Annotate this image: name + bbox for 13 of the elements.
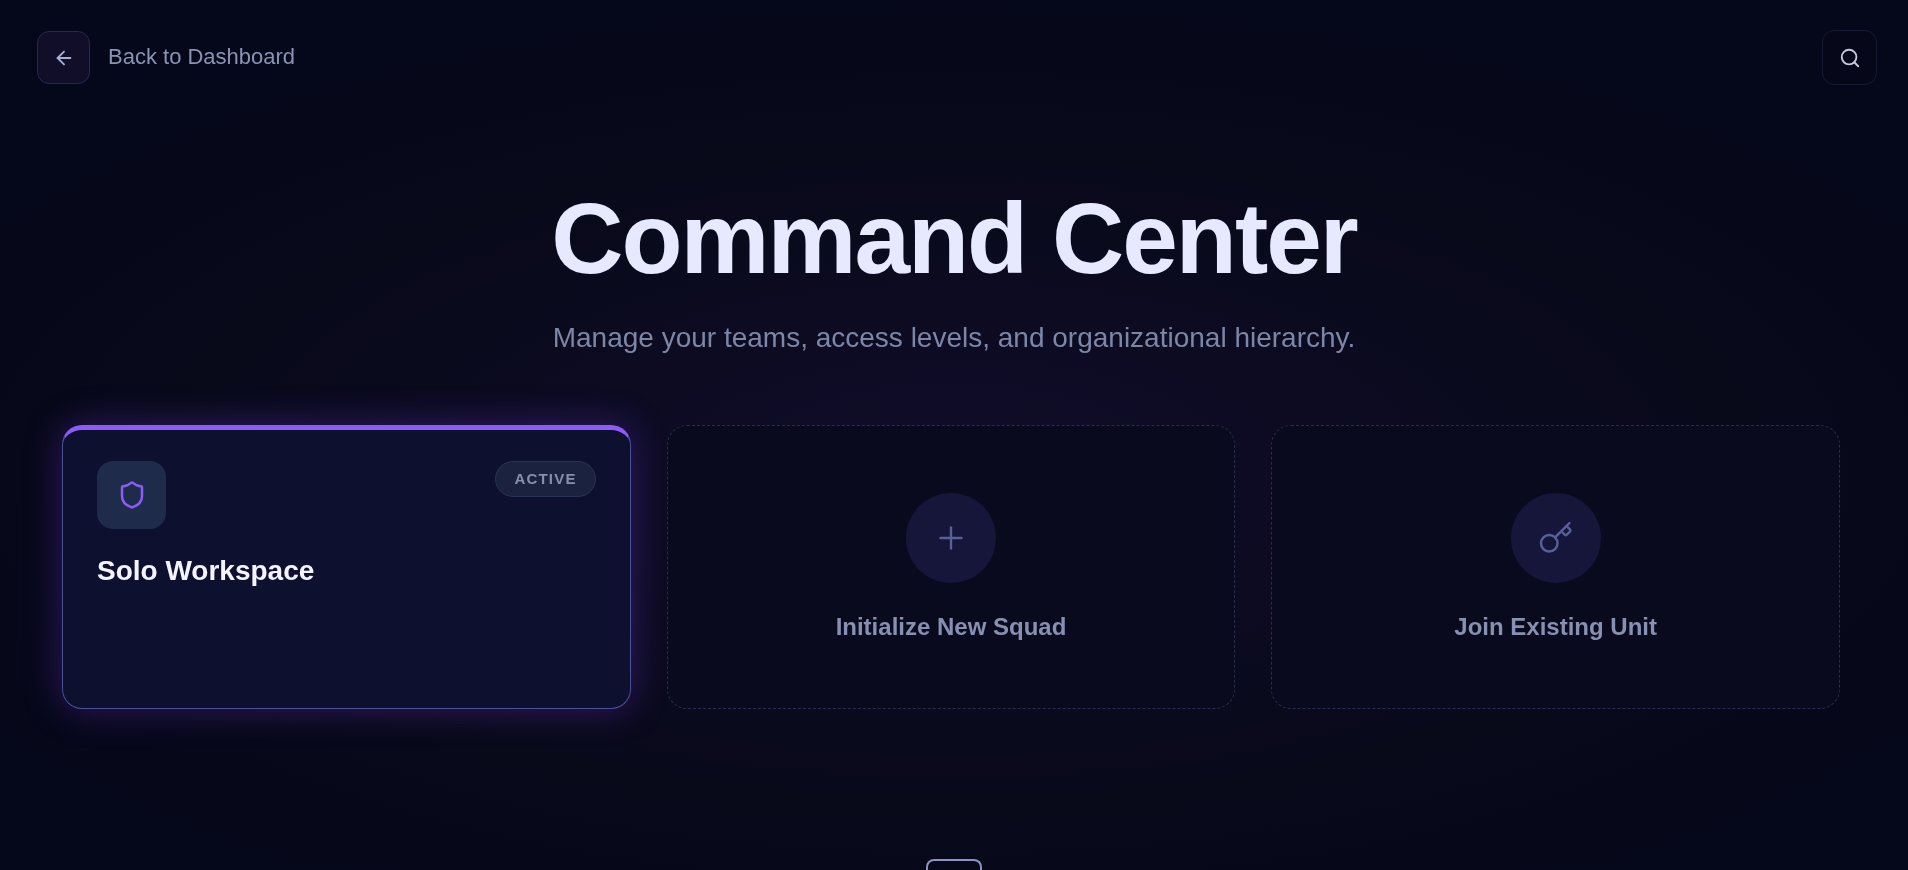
action-card[interactable]: Initialize New Squad [666, 425, 1236, 709]
shield-icon [97, 461, 166, 529]
back-button[interactable] [37, 31, 90, 84]
workspace-card[interactable]: ACTIVE Solo Workspace [62, 425, 631, 709]
action-card[interactable]: Join Existing Unit [1271, 425, 1840, 709]
page-subtitle: Manage your teams, access levels, and organizational hierarchy. [552, 321, 1356, 355]
back-to-dashboard-link[interactable]: Back to Dashboard [108, 44, 296, 71]
search-icon [1838, 46, 1861, 69]
workspace-title: Solo Workspace [97, 554, 315, 588]
page-title: Command Center [551, 188, 1357, 288]
search-button[interactable] [1822, 30, 1877, 85]
scroll-indicator-icon [926, 859, 982, 870]
status-badge: ACTIVE [495, 461, 596, 497]
